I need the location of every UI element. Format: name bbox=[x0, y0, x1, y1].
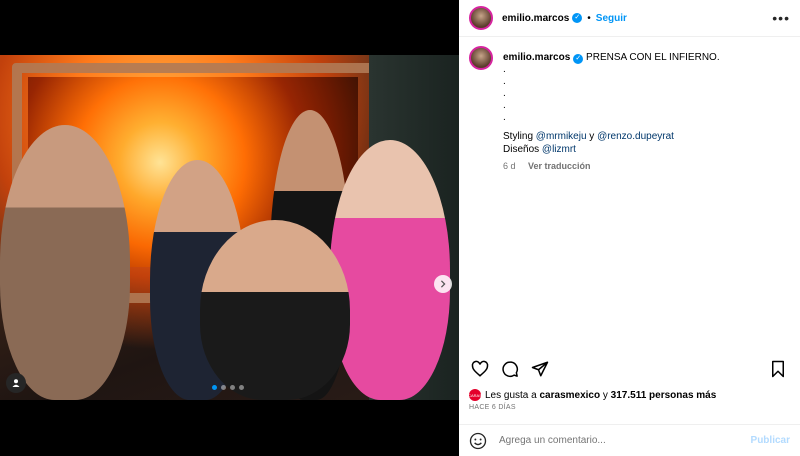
carousel-indicators bbox=[212, 385, 244, 390]
share-button[interactable] bbox=[529, 358, 551, 380]
verified-badge-icon: ✓ bbox=[572, 13, 583, 23]
post-timestamp[interactable]: HACE 6 DÍAS bbox=[469, 404, 516, 411]
photo-person-4 bbox=[330, 140, 450, 400]
save-button[interactable] bbox=[767, 358, 789, 380]
author-avatar[interactable] bbox=[469, 6, 493, 30]
chevron-right-icon bbox=[440, 280, 446, 288]
post-side-panel: emilio.marcos ✓ • Seguir ••• emilio.marc… bbox=[459, 0, 800, 456]
author-username[interactable]: emilio.marcos bbox=[502, 13, 569, 24]
tagged-users-button[interactable] bbox=[6, 373, 26, 393]
carousel-dot bbox=[212, 385, 217, 390]
carousel-dot bbox=[221, 385, 226, 390]
comment-input[interactable] bbox=[497, 434, 751, 447]
liker-avatar[interactable]: CARAS bbox=[468, 389, 482, 401]
carousel-next-button[interactable] bbox=[434, 275, 452, 293]
like-button[interactable] bbox=[469, 358, 491, 380]
caption-meta: 6 d Ver traducción bbox=[503, 160, 720, 173]
heart-icon bbox=[471, 360, 489, 377]
design-prefix: Diseños bbox=[503, 144, 540, 155]
comment-button[interactable] bbox=[499, 358, 521, 380]
styling-mention-2[interactable]: @renzo.dupeyrat bbox=[597, 131, 674, 142]
caption-text: PRENSA CON EL INFIERNO. bbox=[586, 52, 720, 63]
liker-username[interactable]: carasmexico bbox=[540, 390, 601, 401]
comment-bar: Publicar bbox=[459, 424, 800, 456]
more-options-button[interactable]: ••• bbox=[772, 10, 790, 26]
separator: • bbox=[587, 12, 591, 24]
caption: emilio.marcos ✓ PRENSA CON EL INFIERNO. .… bbox=[469, 46, 789, 173]
caption-dot: . bbox=[503, 64, 506, 75]
post-header: emilio.marcos ✓ • Seguir ••• bbox=[459, 0, 800, 37]
photo-person-1 bbox=[0, 125, 130, 400]
caption-dot: . bbox=[503, 76, 506, 87]
caption-dot: . bbox=[503, 88, 506, 99]
comment-icon bbox=[502, 361, 519, 378]
user-icon bbox=[12, 379, 20, 387]
post-photo[interactable] bbox=[0, 55, 459, 400]
caption-age: 6 d bbox=[503, 161, 516, 171]
likes-middle: y bbox=[602, 389, 608, 401]
verified-badge-icon: ✓ bbox=[573, 54, 584, 64]
action-bar bbox=[469, 358, 789, 380]
translate-button[interactable]: Ver traducción bbox=[528, 161, 591, 171]
send-icon bbox=[531, 361, 549, 377]
caption-username[interactable]: emilio.marcos bbox=[503, 52, 570, 63]
caption-dot: . bbox=[503, 100, 506, 111]
styling-prefix: Styling bbox=[503, 131, 534, 142]
publish-button[interactable]: Publicar bbox=[751, 435, 790, 446]
emoji-icon[interactable] bbox=[469, 432, 487, 450]
design-mention[interactable]: @lizmrt bbox=[542, 144, 576, 155]
bookmark-icon bbox=[772, 360, 784, 378]
photo-person-5 bbox=[200, 220, 350, 400]
carousel-dot bbox=[230, 385, 235, 390]
caption-body: emilio.marcos ✓ PRENSA CON EL INFIERNO. .… bbox=[503, 46, 720, 173]
likes-count[interactable]: 317.511 personas más bbox=[611, 390, 717, 401]
styling-mention-1[interactable]: @mrmikeju bbox=[536, 131, 587, 142]
styling-and: y bbox=[589, 131, 595, 142]
likes-prefix: Les gusta a bbox=[485, 389, 537, 401]
caption-author-avatar[interactable] bbox=[469, 46, 493, 70]
follow-button[interactable]: Seguir bbox=[596, 13, 627, 24]
carousel-dot bbox=[239, 385, 244, 390]
likes-summary: CARAS Les gusta a carasmexico y 317.511 … bbox=[468, 389, 717, 401]
post-media bbox=[0, 0, 459, 456]
caption-dot: . bbox=[503, 112, 506, 123]
